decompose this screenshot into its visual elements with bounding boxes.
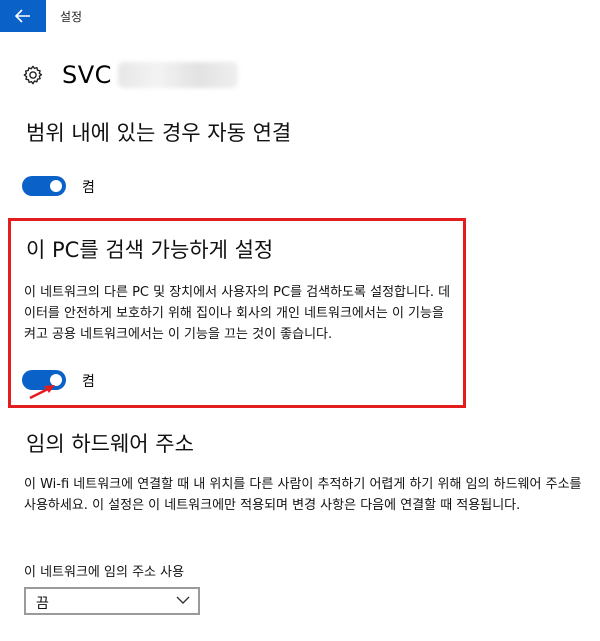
title-bar: 설정 (0, 0, 600, 32)
gear-icon (23, 65, 43, 85)
random-hw-description: 이 Wi-fi 네트워크에 연결할 때 내 위치를 다른 사람이 추적하기 어렵… (24, 477, 582, 513)
toggle-knob (50, 180, 62, 192)
auto-connect-toggle[interactable] (22, 176, 66, 196)
discoverable-toggle-label: 켬 (82, 374, 95, 390)
redacted-network-name (117, 62, 238, 88)
dropdown-selected-value: 끔 (36, 596, 49, 612)
chevron-down-icon (176, 596, 190, 604)
discoverable-title: 이 PC를 검색 가능하게 설정 (26, 238, 274, 262)
page-title: SVC (62, 61, 112, 89)
dropdown-caption: 이 네트워크에 임의 주소 사용 (24, 565, 185, 580)
discoverable-description: 이 네트워크의 다른 PC 및 장치에서 사용자의 PC를 검색하도록 설정합니… (24, 285, 451, 342)
auto-connect-title: 범위 내에 있는 경우 자동 연결 (26, 121, 292, 145)
annotation-arrow-icon (29, 385, 55, 400)
random-hw-title: 임의 하드웨어 주소 (26, 432, 194, 456)
window-title: 설정 (60, 10, 83, 24)
page-header: SVC (22, 60, 238, 90)
auto-connect-toggle-label: 켬 (82, 180, 95, 196)
back-arrow-icon (15, 9, 30, 23)
back-button[interactable] (0, 0, 46, 32)
random-address-dropdown[interactable]: 끔 (24, 587, 200, 615)
